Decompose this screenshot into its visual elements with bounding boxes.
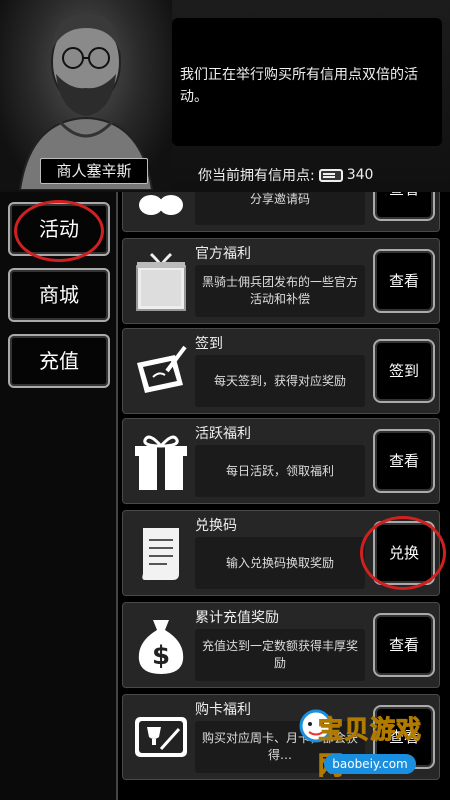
card-trophy-icon [131,705,191,769]
event-desc: 每日活跃，领取福利 [195,445,365,497]
event-card-invite: 分享邀请码 查看 [122,192,440,232]
event-card-redeem: 兑换码 输入兑换码换取奖励 兑换 [122,510,440,596]
merchant-dialog: 我们正在举行购买所有信用点双倍的活动。 [172,18,442,146]
tablet-pen-icon [131,339,191,403]
tab-events[interactable]: 活动 [8,202,110,256]
gift-box-icon [131,249,191,313]
svg-text:$: $ [152,641,170,671]
event-title: 兑换码 [195,518,237,534]
event-title: 购卡福利 [195,702,251,718]
view-button[interactable]: 查看 [373,192,435,221]
view-button[interactable]: 查看 [373,613,435,677]
event-desc: 黑骑士佣兵团发布的一些官方活动和补偿 [195,265,365,317]
tab-shop[interactable]: 商城 [8,268,110,322]
event-title: 签到 [195,336,223,352]
merchant-portrait: 商人塞辛斯 [0,0,172,190]
present-icon [131,429,191,493]
event-card-recharge-reward: $ 累计充值奖励 充值达到一定数额获得丰厚奖励 查看 [122,602,440,688]
category-sidebar: 活动 商城 充值 [0,192,118,800]
credits-display: 你当前拥有信用点: 340 [198,164,373,186]
scroll-icon [131,521,191,585]
checkin-button[interactable]: 签到 [373,339,435,403]
event-title: 累计充值奖励 [195,610,279,626]
money-bag-icon: $ [131,613,191,677]
merchant-header: 商人塞辛斯 我们正在举行购买所有信用点双倍的活动。 你当前拥有信用点: 340 [0,0,450,192]
merchant-name: 商人塞辛斯 [40,158,148,184]
redeem-button[interactable]: 兑换 [373,521,435,585]
credits-value: 340 [346,167,374,183]
event-card-active: 活跃福利 每日活跃，领取福利 查看 [122,418,440,504]
event-desc: 分享邀请码 [195,192,365,225]
event-desc: 输入兑换码换取奖励 [195,537,365,589]
event-desc: 每天签到，获得对应奖励 [195,355,365,407]
tab-recharge[interactable]: 充值 [8,334,110,388]
credit-card-icon [318,168,343,182]
event-card-checkin: 签到 每天签到，获得对应奖励 签到 [122,328,440,414]
eggs-icon [131,192,191,221]
view-button[interactable]: 查看 [373,429,435,493]
watermark-url: baobeiy.com [324,754,416,774]
event-title: 官方福利 [195,246,251,262]
event-card-official: 官方福利 黑骑士佣兵团发布的一些官方活动和补偿 查看 [122,238,440,324]
site-watermark: 宝贝游戏网 baobeiy.com [296,706,446,788]
event-desc: 充值达到一定数额获得丰厚奖励 [195,629,365,681]
view-button[interactable]: 查看 [373,249,435,313]
credits-label: 你当前拥有信用点: [198,168,315,184]
event-title: 活跃福利 [195,426,251,442]
